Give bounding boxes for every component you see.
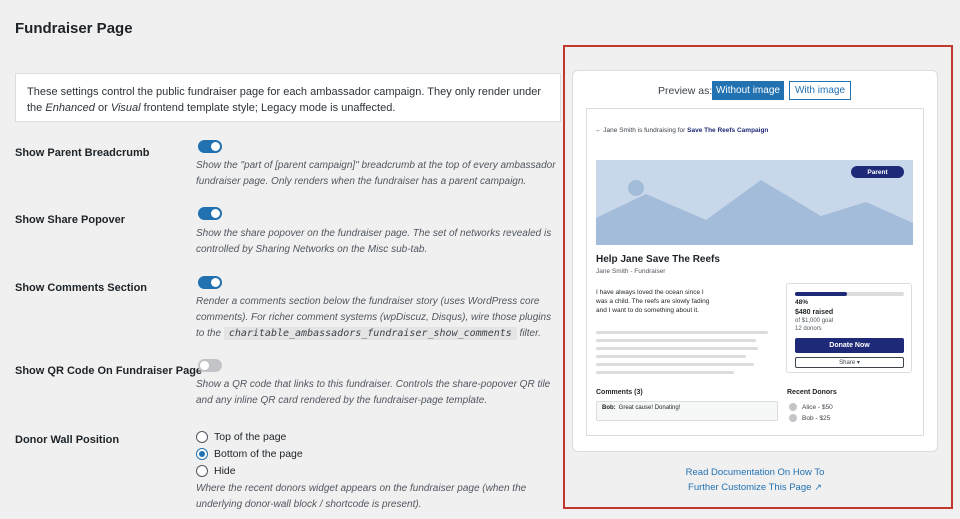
radio-bottom[interactable] xyxy=(196,448,208,460)
comments-desc: Render a comments section below the fund… xyxy=(196,294,558,342)
radio-top[interactable] xyxy=(196,431,208,443)
avatar xyxy=(789,403,797,411)
share-toggle[interactable] xyxy=(198,207,222,220)
recent-donors-title: Recent Donors xyxy=(787,389,837,396)
radio-top-label: Top of the page xyxy=(214,431,287,443)
toggle-knob xyxy=(200,361,209,370)
donor-wall-option-hide[interactable]: Hide xyxy=(196,465,236,477)
toggle-knob xyxy=(211,142,220,151)
mock-breadcrumb: ← Jane Smith is fundraising for Save The… xyxy=(595,127,768,134)
donate-now-button[interactable]: Donate Now xyxy=(795,338,904,353)
progress-percent: 48% xyxy=(795,299,809,306)
progress-bar xyxy=(795,292,904,296)
recent-donor-text: Bob - $25 xyxy=(802,414,831,422)
share-label: Show Share Popover xyxy=(15,214,126,226)
toggle-knob xyxy=(211,278,220,287)
preview-without-image-button[interactable]: Without image xyxy=(712,81,784,100)
comments-title: Comments (3) xyxy=(596,389,643,396)
qr-label: Show QR Code On Fundraiser Page xyxy=(15,365,203,377)
mock-breadcrumb-campaign: Save The Reefs Campaign xyxy=(687,127,769,134)
radio-hide-label: Hide xyxy=(214,465,236,477)
intro-em-visual: Visual xyxy=(110,102,141,114)
intro-notice: These settings control the public fundra… xyxy=(15,73,561,122)
doc-link-line-2: Further Customize This Page xyxy=(688,482,812,493)
qr-toggle[interactable] xyxy=(198,359,222,372)
radio-hide[interactable] xyxy=(196,465,208,477)
placeholder-line xyxy=(596,347,758,350)
documentation-link[interactable]: Read Documentation On How To Further Cus… xyxy=(660,466,850,495)
donor-wall-option-bottom[interactable]: Bottom of the page xyxy=(196,448,303,460)
donor-wall-option-top[interactable]: Top of the page xyxy=(196,431,286,443)
radio-bottom-label: Bottom of the page xyxy=(214,448,303,460)
donor-wall-label: Donor Wall Position xyxy=(15,434,120,446)
placeholder-line xyxy=(596,355,746,358)
donor-count: 12 donors xyxy=(795,326,822,332)
placeholder-line xyxy=(596,363,754,366)
placeholder-line xyxy=(596,371,734,374)
recent-donor-text: Alice - $50 xyxy=(802,403,833,411)
comments-filter-code: charitable_ambassadors_fundraiser_show_c… xyxy=(223,327,517,340)
avatar xyxy=(789,414,797,422)
doc-link-line-1: Read Documentation On How To xyxy=(685,467,825,478)
mock-fundraiser-subtitle: Jane Smith - Fundraiser xyxy=(596,268,666,275)
parent-badge: Parent xyxy=(851,166,904,178)
recent-donor-item: Bob - $25 xyxy=(789,414,830,422)
share-desc: Show the share popover on the fundraiser… xyxy=(196,228,552,255)
goal-amount: of $1,000 goal xyxy=(795,318,834,324)
amount-raised: $480 raised xyxy=(795,309,834,316)
placeholder-line xyxy=(596,331,768,334)
mock-story-text: I have always loved the ocean since I wa… xyxy=(596,289,710,314)
intro-text-3: frontend template style; Legacy mode is … xyxy=(140,102,396,114)
share-button[interactable]: Share ▾ xyxy=(795,357,904,368)
breadcrumb-toggle[interactable] xyxy=(198,140,222,153)
comments-desc-text-2: filter. xyxy=(516,328,541,339)
comment-author: Bob: xyxy=(602,405,616,411)
preview-as-label: Preview as: xyxy=(658,85,713,97)
qr-desc: Show a QR code that links to this fundra… xyxy=(196,379,551,406)
mock-breadcrumb-prefix: ← Jane Smith is fundraising for xyxy=(595,127,688,134)
intro-text-2: or xyxy=(94,102,111,114)
intro-em-enhanced: Enhanced xyxy=(45,102,95,114)
page-title: Fundraiser Page xyxy=(15,20,133,37)
doc-link-line-2-wrap: Further Customize This Page ↗ xyxy=(660,480,850,495)
toggle-knob xyxy=(211,209,220,218)
breadcrumb-label: Show Parent Breadcrumb xyxy=(15,147,150,159)
comment-item: Bob: Great cause! Donating! xyxy=(596,401,778,421)
mock-fundraiser-title: Help Jane Save The Reefs xyxy=(596,254,720,265)
preview-with-image-button[interactable]: With image xyxy=(789,81,851,100)
comment-text: Great cause! Donating! xyxy=(618,405,681,411)
comments-toggle[interactable] xyxy=(198,276,222,289)
comments-label: Show Comments Section xyxy=(15,282,148,294)
progress-bar-fill xyxy=(795,292,848,296)
external-link-icon: ↗ xyxy=(814,482,822,492)
placeholder-line xyxy=(596,339,756,342)
breadcrumb-desc: Show the "part of [parent campaign]" bre… xyxy=(196,160,556,187)
donor-wall-desc: Where the recent donors widget appears o… xyxy=(196,483,527,510)
recent-donor-item: Alice - $50 xyxy=(789,403,833,411)
